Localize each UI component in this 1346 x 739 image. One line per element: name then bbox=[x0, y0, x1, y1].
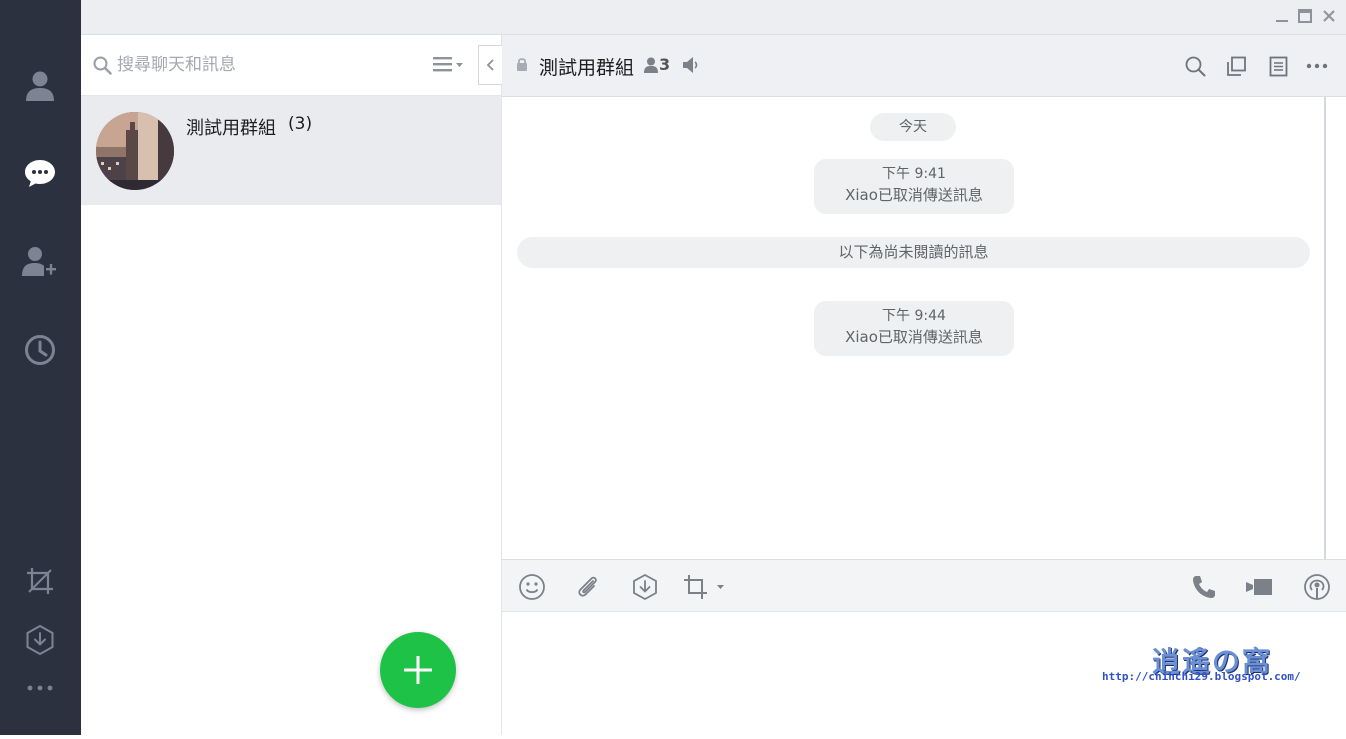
attach-file-icon[interactable] bbox=[573, 572, 603, 602]
video-call-icon[interactable] bbox=[1244, 572, 1274, 602]
message-input-area[interactable]: 逍遙の窩 http://chihchi29.blogspot.com/ bbox=[502, 612, 1346, 735]
system-message: 下午 9:41 Xiao已取消傳送訊息 bbox=[814, 159, 1014, 214]
maximize-icon[interactable] bbox=[1297, 8, 1313, 24]
members-count[interactable]: 3 bbox=[659, 55, 670, 74]
minimize-icon[interactable] bbox=[1274, 8, 1290, 24]
plus-icon bbox=[404, 656, 432, 684]
crop-capture-icon[interactable] bbox=[20, 561, 60, 601]
search-input[interactable] bbox=[117, 52, 417, 78]
copy-window-icon[interactable] bbox=[1224, 54, 1248, 78]
system-message-text: Xiao已取消傳送訊息 bbox=[845, 328, 983, 346]
chat-title[interactable]: 測試用群組 bbox=[539, 53, 634, 80]
sidebar bbox=[0, 0, 81, 735]
system-message: 下午 9:44 Xiao已取消傳送訊息 bbox=[814, 301, 1014, 356]
search-icon[interactable] bbox=[1183, 54, 1207, 78]
chat-list-panel: 測試用群組 (3) bbox=[81, 35, 502, 735]
more-icon[interactable] bbox=[1305, 54, 1329, 78]
voice-call-icon[interactable] bbox=[1189, 572, 1219, 602]
watermark: 逍遙の窩 http://chihchi29.blogspot.com/ bbox=[1102, 640, 1314, 692]
more-dots-icon[interactable] bbox=[20, 668, 60, 708]
collapse-panel-button[interactable] bbox=[478, 45, 502, 85]
chat-bubble-icon[interactable] bbox=[20, 153, 60, 193]
system-message-time: 下午 9:44 bbox=[882, 308, 946, 324]
friends-icon[interactable] bbox=[20, 66, 60, 106]
chat-list-item[interactable]: 測試用群組 (3) bbox=[81, 96, 501, 205]
live-broadcast-icon[interactable] bbox=[1302, 572, 1332, 602]
system-message-time: 下午 9:41 bbox=[882, 166, 946, 182]
chevron-left-icon bbox=[486, 59, 494, 71]
window-titlebar[interactable] bbox=[81, 0, 1346, 35]
add-friend-icon[interactable] bbox=[20, 242, 60, 282]
list-menu-icon[interactable] bbox=[433, 55, 465, 77]
chat-member-count: (3) bbox=[288, 114, 313, 134]
message-area[interactable]: 今天 下午 9:41 Xiao已取消傳送訊息 以下為尚未閱讀的訊息 下午 9:4… bbox=[502, 97, 1326, 559]
input-toolbar bbox=[502, 559, 1346, 612]
new-chat-button[interactable] bbox=[380, 632, 456, 708]
avatar bbox=[96, 112, 174, 190]
members-icon[interactable] bbox=[644, 57, 658, 77]
keep-save-icon[interactable] bbox=[630, 572, 660, 602]
screenshot-crop-icon[interactable] bbox=[682, 572, 728, 602]
system-message-text: Xiao已取消傳送訊息 bbox=[845, 186, 983, 204]
chat-name: 測試用群組 bbox=[186, 118, 276, 139]
watermark-url: http://chihchi29.blogspot.com/ bbox=[1102, 670, 1301, 683]
chat-header: 測試用群組 3 bbox=[502, 35, 1346, 97]
unread-divider: 以下為尚未閱讀的訊息 bbox=[517, 237, 1310, 268]
search-bar bbox=[81, 35, 501, 96]
search-icon bbox=[93, 56, 112, 79]
emoji-icon[interactable] bbox=[517, 572, 547, 602]
scrollbar[interactable] bbox=[1324, 97, 1346, 559]
keep-download-icon[interactable] bbox=[20, 620, 60, 660]
close-icon[interactable] bbox=[1321, 8, 1337, 24]
notes-icon[interactable] bbox=[1266, 54, 1290, 78]
chat-panel: 測試用群組 3 今天 下午 9:41 Xiao已取消傳送訊息 以下為尚未閱讀的訊… bbox=[502, 35, 1346, 735]
speaker-icon[interactable] bbox=[682, 56, 700, 78]
clock-icon[interactable] bbox=[20, 330, 60, 370]
date-separator: 今天 bbox=[870, 113, 956, 141]
lock-icon bbox=[516, 57, 528, 76]
